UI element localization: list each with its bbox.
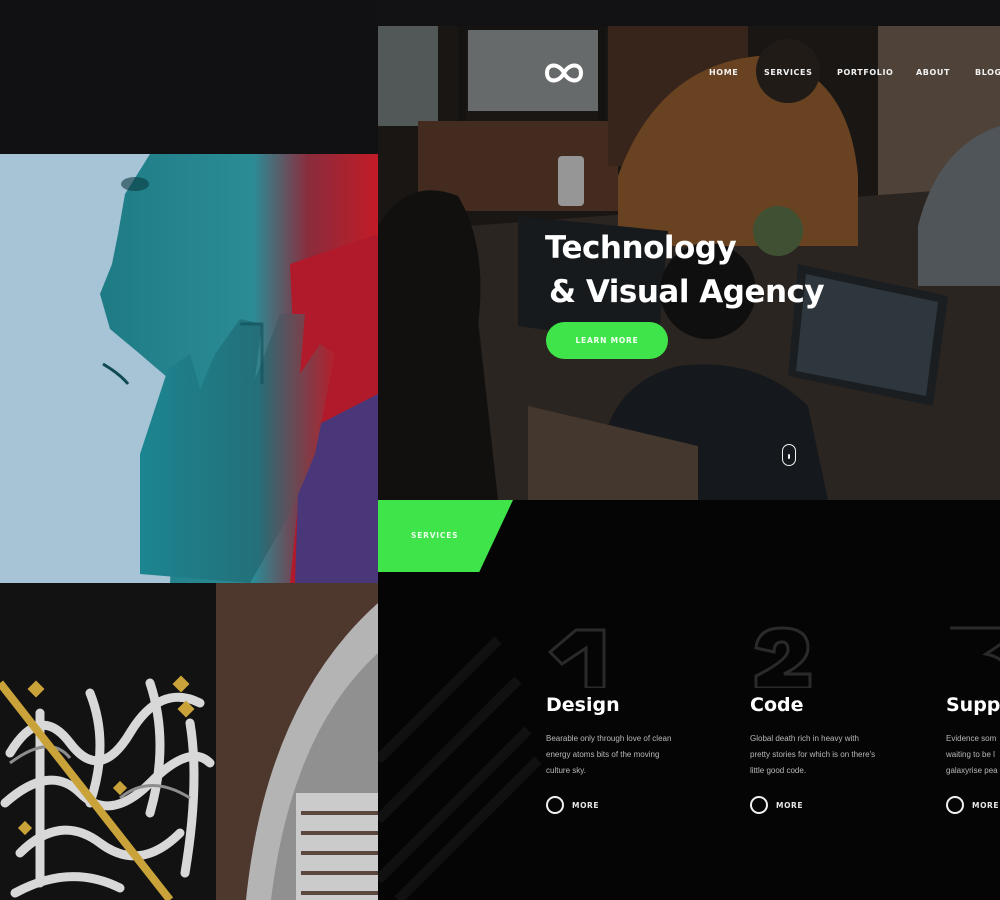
- hero-title-line2: & Visual Agency: [549, 274, 825, 310]
- nav-blog[interactable]: BLOG: [975, 68, 1000, 77]
- service-description: Evidence som waiting to be l galaxyrise …: [946, 734, 998, 775]
- number-three-outline: [950, 626, 1000, 662]
- service-title: Supp: [946, 694, 1000, 716]
- more-button[interactable]: MORE: [750, 796, 803, 814]
- circle-icon: [546, 796, 564, 814]
- services-section: SERVICES Design Bearable only through lo…: [378, 500, 1000, 900]
- more-label: MORE: [572, 800, 600, 810]
- more-button[interactable]: MORE: [546, 796, 599, 814]
- hero-title-line1: Technology: [545, 230, 737, 266]
- service-description: Bearable only through love of clean ener…: [546, 734, 672, 775]
- hero-title: Technology & Visual Agency: [545, 226, 825, 314]
- hero-section: HOME SERVICES PORTFOLIO ABOUT BLOG Techn…: [378, 26, 1000, 500]
- learn-more-button[interactable]: LEARN MORE: [546, 322, 668, 359]
- nav-portfolio[interactable]: PORTFOLIO: [837, 68, 916, 77]
- infinity-logo-icon[interactable]: [544, 60, 584, 86]
- scroll-mouse-icon[interactable]: [782, 444, 796, 466]
- service-title: Code: [750, 694, 804, 716]
- nav-services[interactable]: SERVICES: [764, 68, 837, 77]
- more-label: MORE: [972, 800, 1000, 810]
- service-description: Global death rich in heavy with pretty s…: [750, 734, 876, 775]
- left-dark-panel: [0, 0, 378, 154]
- services-tab-label: SERVICES: [411, 531, 459, 540]
- nav-home[interactable]: HOME: [709, 68, 764, 77]
- architecture-image: [216, 583, 378, 900]
- circle-icon: [946, 796, 964, 814]
- more-button[interactable]: MORE: [946, 796, 999, 814]
- number-one-outline: [547, 628, 606, 688]
- circle-icon: [750, 796, 768, 814]
- service-title: Design: [546, 694, 620, 716]
- calligraphy-artwork: [0, 583, 216, 900]
- number-two-outline: [754, 626, 812, 688]
- more-label: MORE: [776, 800, 804, 810]
- main-nav: HOME SERVICES PORTFOLIO ABOUT BLOG: [709, 68, 1000, 77]
- portrait-image: [0, 154, 378, 583]
- nav-about[interactable]: ABOUT: [916, 68, 975, 77]
